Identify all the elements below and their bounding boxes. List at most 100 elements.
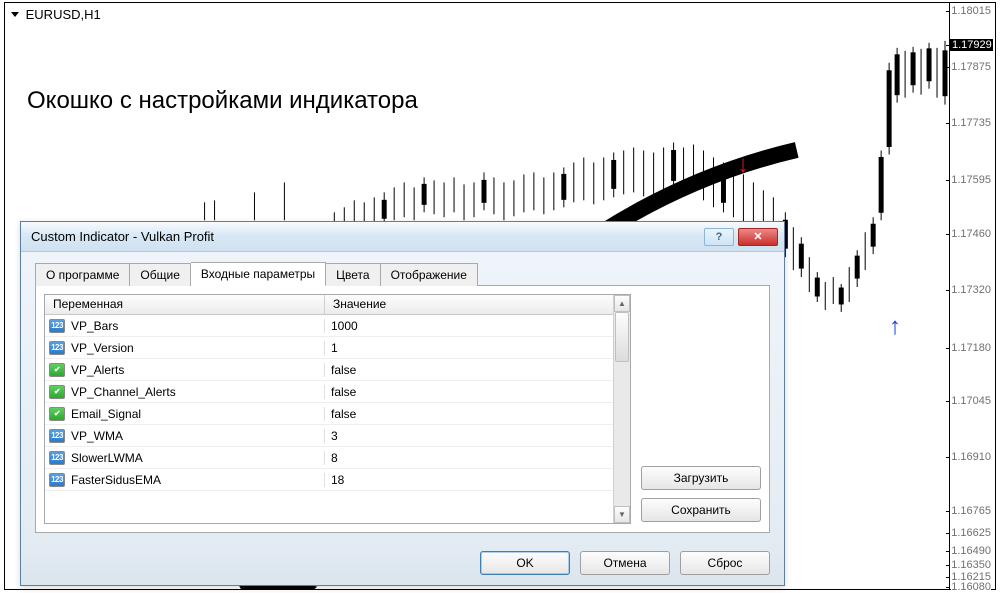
help-button[interactable]: ?: [704, 228, 734, 246]
param-row[interactable]: 123 FasterSidusEMA 18: [45, 469, 613, 491]
price-tick: [946, 180, 950, 181]
price-label: 1.16910: [951, 451, 991, 463]
param-value-cell[interactable]: 1000: [325, 319, 613, 333]
grid-header: Переменная Значение: [45, 295, 613, 315]
tab-0[interactable]: О программе: [35, 263, 130, 286]
side-buttons: Загрузить Сохранить: [641, 294, 761, 524]
price-label: 1.17735: [951, 117, 991, 129]
param-name-cell[interactable]: ✔ Email_Signal: [45, 407, 325, 421]
scroll-thumb[interactable]: [615, 312, 629, 362]
param-value-cell[interactable]: 1: [325, 341, 613, 355]
tab-bar: О программеОбщиеВходные параметрыЦветаОт…: [35, 260, 770, 286]
param-name: FasterSidusEMA: [71, 473, 161, 487]
tab-1[interactable]: Общие: [130, 263, 190, 286]
boolean-type-icon: ✔: [49, 385, 65, 399]
price-tick: [946, 401, 950, 402]
inputs-tab-panel: Переменная Значение 123VP_Bars1000123VP_…: [35, 286, 770, 533]
param-row[interactable]: ✔ Email_Signal false: [45, 403, 613, 425]
param-row[interactable]: 123VP_Version1: [45, 337, 613, 359]
param-value-cell[interactable]: 8: [325, 451, 613, 465]
param-name-cell[interactable]: 123 SlowerLWMA: [45, 451, 325, 465]
grid-scrollbar[interactable]: ▲ ▼: [613, 295, 630, 523]
price-label: 1.17460: [951, 228, 991, 240]
scroll-down-icon[interactable]: ▼: [614, 506, 630, 523]
param-name-cell[interactable]: 123VP_Version: [45, 341, 325, 355]
price-label: 1.17320: [951, 284, 991, 296]
price-tick: [946, 290, 950, 291]
buy-signal-arrow-icon: ↑: [889, 313, 901, 341]
grid-body: 123VP_Bars1000123VP_Version1✔VP_Alertsfa…: [45, 315, 613, 523]
price-label: 1.16625: [951, 527, 991, 539]
param-name: VP_Alerts: [71, 363, 124, 377]
param-row[interactable]: 123 SlowerLWMA 8: [45, 447, 613, 469]
price-tick: [946, 234, 950, 235]
param-name-cell[interactable]: 123VP_Bars: [45, 319, 325, 333]
header-variable[interactable]: Переменная: [45, 295, 325, 314]
number-type-icon: 123: [49, 451, 65, 465]
price-label: 1.16350: [951, 559, 991, 571]
param-name: SlowerLWMA: [71, 451, 143, 465]
dialog-title: Custom Indicator - Vulkan Profit: [31, 229, 704, 244]
price-tick: [946, 587, 950, 588]
ok-button[interactable]: OK: [480, 551, 570, 575]
price-label: 1.17595: [951, 174, 991, 186]
price-label: 1.16490: [951, 545, 991, 557]
price-tick: [946, 533, 950, 534]
tab-4[interactable]: Отображение: [381, 263, 478, 286]
number-type-icon: 123: [49, 473, 65, 487]
param-value-cell[interactable]: false: [325, 363, 613, 377]
scroll-up-icon[interactable]: ▲: [614, 295, 630, 312]
param-name: VP_WMA: [71, 429, 123, 443]
boolean-type-icon: ✔: [49, 407, 65, 421]
param-value-cell[interactable]: false: [325, 407, 613, 421]
dialog-footer: OK Отмена Сброс: [21, 541, 784, 585]
indicator-properties-dialog: Custom Indicator - Vulkan Profit ? ✕ О п…: [20, 221, 785, 586]
param-row[interactable]: 123VP_Bars1000: [45, 315, 613, 337]
close-button[interactable]: ✕: [738, 228, 778, 246]
param-name: VP_Version: [71, 341, 134, 355]
param-name-cell[interactable]: 123 FasterSidusEMA: [45, 473, 325, 487]
chart-frame: EURUSD,H1: [4, 2, 996, 590]
reset-button[interactable]: Сброс: [680, 551, 770, 575]
param-value-cell[interactable]: false: [325, 385, 613, 399]
param-row[interactable]: ✔ VP_Alerts false: [45, 359, 613, 381]
tab-3[interactable]: Цвета: [326, 263, 380, 286]
price-label-current: 1.17929: [950, 39, 993, 51]
param-name: Email_Signal: [71, 407, 141, 421]
number-type-icon: 123: [49, 319, 65, 333]
price-label: 1.16765: [951, 505, 991, 517]
price-label: 1.16080: [951, 581, 991, 593]
param-row[interactable]: 123VP_WMA3: [45, 425, 613, 447]
price-tick: [946, 45, 950, 46]
param-name-cell[interactable]: ✔ VP_Alerts: [45, 363, 325, 377]
price-tick: [946, 123, 950, 124]
help-icon: ?: [716, 231, 723, 243]
close-icon: ✕: [753, 230, 762, 243]
price-tick: [946, 551, 950, 552]
param-name: VP_Channel_Alerts: [71, 385, 176, 399]
header-value[interactable]: Значение: [325, 295, 613, 314]
sell-signal-arrow-icon: ↓: [737, 151, 749, 179]
param-row[interactable]: ✔ VP_Channel_Alerts false: [45, 381, 613, 403]
cancel-button[interactable]: Отмена: [580, 551, 670, 575]
price-tick: [946, 348, 950, 349]
boolean-type-icon: ✔: [49, 363, 65, 377]
param-name-cell[interactable]: 123VP_WMA: [45, 429, 325, 443]
price-label: 1.17180: [951, 342, 991, 354]
param-value-cell[interactable]: 3: [325, 429, 613, 443]
price-tick: [946, 67, 950, 68]
price-tick: [946, 565, 950, 566]
price-tick: [946, 577, 950, 578]
param-value-cell[interactable]: 18: [325, 473, 613, 487]
price-scale: 1.180151.179291.178751.177351.175951.174…: [949, 3, 993, 589]
tab-2[interactable]: Входные параметры: [191, 262, 326, 286]
price-label: 1.17045: [951, 395, 991, 407]
load-button[interactable]: Загрузить: [641, 466, 761, 490]
save-button[interactable]: Сохранить: [641, 498, 761, 522]
parameters-grid[interactable]: Переменная Значение 123VP_Bars1000123VP_…: [44, 294, 631, 524]
dialog-titlebar[interactable]: Custom Indicator - Vulkan Profit ? ✕: [21, 222, 784, 252]
annotation-text: Окошко с настройками индикатора: [27, 87, 418, 115]
price-tick: [946, 11, 950, 12]
price-label: 1.17875: [951, 61, 991, 73]
param-name-cell[interactable]: ✔ VP_Channel_Alerts: [45, 385, 325, 399]
